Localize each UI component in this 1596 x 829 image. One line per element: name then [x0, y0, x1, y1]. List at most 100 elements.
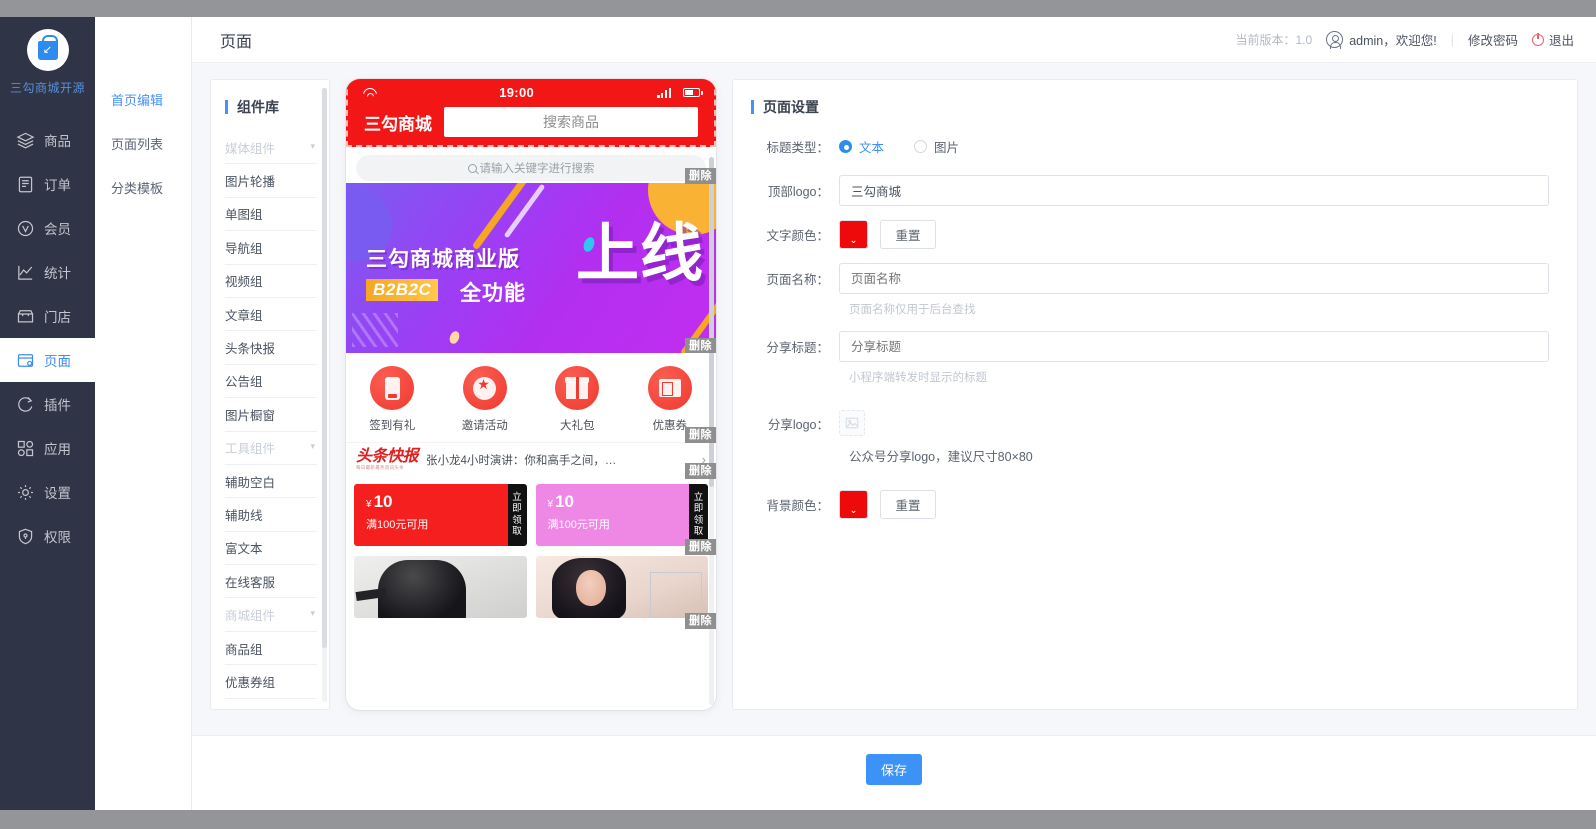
bg-color-swatch[interactable]: ⌄ [839, 490, 868, 519]
nav-icon-cell[interactable]: 邀请活动 [439, 366, 532, 433]
library-group-label: 商城组件 [225, 609, 276, 624]
sidebar-item-permissions[interactable]: 权限 [0, 514, 95, 558]
library-group-tools: 工具组件 ▾ [225, 432, 317, 465]
delete-badge[interactable]: 删除 [685, 612, 716, 629]
save-button[interactable]: 保存 [866, 754, 922, 785]
change-password-link[interactable]: 修改密码 [1468, 30, 1518, 49]
component-library-title: 组件库 [237, 99, 279, 115]
component-products[interactable]: 删除 [346, 554, 716, 629]
top-logo-input[interactable] [839, 175, 1549, 206]
nav-icon-label: 大礼包 [560, 420, 595, 432]
delete-badge[interactable]: 删除 [685, 427, 716, 443]
phone-header: 19:00 三勾商城 搜索商品 [346, 79, 716, 147]
product-image[interactable] [354, 555, 527, 618]
library-scrollbar[interactable] [322, 88, 327, 702]
page-name-input[interactable] [839, 263, 1549, 294]
library-item-online-service[interactable]: 在线客服 [225, 565, 317, 599]
nav-icon-cell[interactable]: 签到有礼 [346, 366, 439, 433]
library-item-headline[interactable]: 头条快报 [225, 331, 317, 365]
chevron-down-icon[interactable]: ▾ [310, 441, 315, 452]
product-image[interactable] [535, 555, 708, 618]
library-item-product-group[interactable]: 商品组 [225, 632, 317, 666]
library-group-mall: 商城组件 ▾ [225, 598, 317, 632]
sidebar-item-apps[interactable]: 应用 [0, 426, 95, 470]
library-item-navigation[interactable]: 导航组 [225, 231, 317, 265]
coupon-claim-button[interactable]: 立即领取 [689, 483, 708, 546]
logout-button[interactable]: 退出 [1531, 30, 1574, 49]
sidebar-item-label: 页面 [44, 354, 71, 369]
banner-headline: 上线 [576, 219, 704, 289]
share-title-input[interactable] [839, 331, 1549, 362]
library-item-image-showcase[interactable]: 图片橱窗 [225, 398, 317, 432]
image-placeholder-icon [845, 417, 859, 429]
coupon-claim-button[interactable]: 立即领取 [507, 483, 527, 546]
text-color-reset-button[interactable]: 重置 [880, 220, 936, 249]
subnav-item-category-template[interactable]: 分类模板 [95, 167, 191, 211]
nav-icon-label: 邀请活动 [461, 420, 508, 432]
component-news[interactable]: 头条快报 每日最新最热资讯头条 张小龙4小时演讲：你和高手之间，… › 删除 [346, 442, 716, 479]
radio-label: 文本 [859, 141, 885, 155]
text-color-swatch[interactable]: ⌄ [839, 220, 868, 249]
user-info[interactable]: admin，欢迎您! [1326, 30, 1437, 49]
coupon-card[interactable]: ¥10 满100元可用 立即领取 [354, 483, 527, 546]
sidebar-item-plugins[interactable]: 插件 [0, 382, 95, 426]
delete-badge[interactable]: 删除 [685, 538, 716, 555]
field-label: 背景颜色： [766, 499, 829, 513]
sidebar-item-statistics[interactable]: 统计 [0, 250, 95, 294]
library-item-article[interactable]: 文章组 [225, 298, 317, 332]
field-label: 页面名称： [766, 273, 829, 287]
radio-label: 图片 [934, 141, 960, 155]
delete-badge[interactable]: 删除 [685, 338, 716, 353]
sidebar-item-label: 设置 [44, 486, 71, 501]
delete-badge[interactable]: 删除 [685, 462, 716, 479]
library-item-image-carousel[interactable]: 图片轮播 [225, 164, 317, 198]
component-nav-icons[interactable]: 签到有礼 邀请活动 大礼包 [346, 353, 717, 443]
sidebar-item-pages[interactable]: 页面 [0, 338, 95, 382]
field-share-title-block: 分享标题： 小程序端转发时显示的标题 [763, 331, 1549, 385]
library-item-divider[interactable]: 辅助线 [225, 498, 317, 532]
search-pill[interactable]: 请输入关键字进行搜索 [356, 155, 706, 181]
field-label: 文字颜色： [766, 229, 829, 243]
bg-color-reset-button[interactable]: 重置 [880, 490, 936, 519]
component-search[interactable]: 请输入关键字进行搜索 删除 [346, 147, 716, 184]
phone-search-button[interactable]: 搜索商品 [444, 107, 698, 137]
brand-logo-icon: ↙ [26, 29, 69, 71]
library-item-single-image[interactable]: 单图组 [225, 198, 317, 232]
library-item-announcement[interactable]: 公告组 [225, 365, 317, 399]
library-item-rich-text[interactable]: 富文本 [225, 532, 317, 566]
sidebar-item-stores[interactable]: 门店 [0, 294, 95, 338]
chevron-down-icon[interactable]: ▾ [310, 608, 315, 619]
phone-preview: 19:00 三勾商城 搜索商品 请输入关键字进行搜索 删除 三勾商城商业版 B2… [346, 79, 716, 710]
sidebar-item-settings[interactable]: 设置 [0, 470, 95, 514]
nav-icon-cell[interactable]: 优惠券 [624, 366, 717, 433]
chevron-down-icon[interactable]: ▾ [310, 141, 315, 152]
banner-line-2: 全功能 [460, 282, 526, 305]
sidebar-item-members[interactable]: 会员 [0, 206, 95, 250]
news-headline[interactable]: 张小龙4小时演讲：你和高手之间，… [426, 452, 694, 468]
component-banner[interactable]: 三勾商城商业版 B2B2C 全功能 上线 删除 [346, 183, 716, 353]
sidebar-item-orders[interactable]: 订单 [0, 162, 95, 206]
logout-label: 退出 [1548, 34, 1574, 48]
field-share-logo: 分享logo： [763, 410, 1549, 436]
component-coupons[interactable]: ¥10 满100元可用 立即领取 ¥10 满100元可用 立 即 领 取 删除 [346, 478, 716, 555]
coupon-card[interactable]: ¥10 满100元可用 立即领取 [535, 483, 708, 546]
subnav-item-home-edit[interactable]: 首页编辑 [95, 79, 191, 123]
library-item-video[interactable]: 视频组 [225, 265, 317, 298]
sidebar-item-goods[interactable]: 商品 [0, 118, 95, 162]
subnav-item-page-list[interactable]: 页面列表 [95, 123, 191, 167]
coupon-value: 10 [555, 491, 574, 511]
star-badge-icon [462, 366, 507, 410]
field-bg-color: 背景颜色： ⌄ 重置 [763, 489, 1549, 520]
library-item-spacer[interactable]: 辅助空白 [225, 465, 317, 499]
store-icon [16, 307, 35, 326]
nav-icon-cell[interactable]: 大礼包 [531, 366, 624, 433]
sidebar: ↙ 三勾商城开源 商品 订单 会员 统计 门店 页面 插件 应用 设置 权限 [0, 17, 95, 810]
library-group-media: 媒体组件 ▾ [225, 131, 317, 165]
radio-title-type-text[interactable]: 文本 [839, 137, 884, 156]
share-logo-upload[interactable] [839, 410, 865, 436]
radio-title-type-image[interactable]: 图片 [914, 137, 959, 156]
coupon-currency: ¥ [547, 498, 554, 510]
delete-badge[interactable]: 删除 [685, 168, 716, 184]
library-item-coupon-group[interactable]: 优惠券组 [225, 665, 317, 699]
library-scrollbar-thumb[interactable] [322, 88, 327, 648]
